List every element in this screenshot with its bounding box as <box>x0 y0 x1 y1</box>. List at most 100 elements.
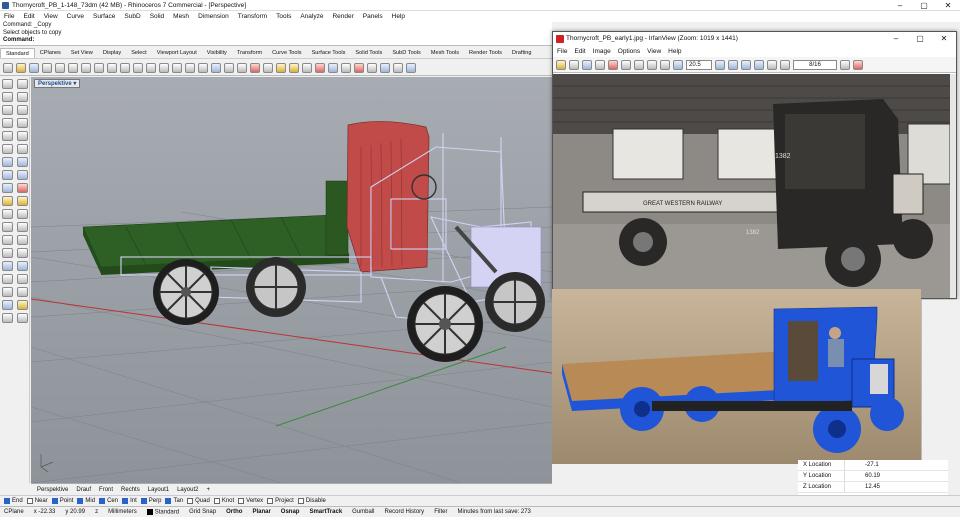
help-icon[interactable] <box>406 62 416 73</box>
menu-view[interactable]: View <box>44 11 58 22</box>
tab-standard[interactable]: Standard <box>0 48 35 58</box>
menu-file[interactable]: File <box>4 11 14 22</box>
chamfer-icon[interactable] <box>17 196 28 206</box>
line-icon[interactable] <box>2 92 13 102</box>
copy-icon[interactable] <box>81 62 91 73</box>
close-icon[interactable]: ✕ <box>932 32 956 46</box>
boolean-icon[interactable] <box>17 183 28 193</box>
irfan-menu-image[interactable]: Image <box>593 46 611 57</box>
menu-curve[interactable]: Curve <box>67 11 84 22</box>
grid-snap-toggle[interactable]: Grid Snap <box>189 509 216 515</box>
checkbox-checked-icon[interactable] <box>165 498 172 504</box>
ellipse-icon[interactable] <box>17 105 28 115</box>
info-icon[interactable] <box>673 59 683 70</box>
menu-help[interactable]: Help <box>392 11 405 22</box>
cut-icon[interactable] <box>68 62 78 73</box>
fillet-icon[interactable] <box>2 196 13 206</box>
mesh-icon[interactable] <box>2 183 13 193</box>
tab-transform[interactable]: Transform <box>232 48 267 58</box>
tab-subd-tools[interactable]: SubD Tools <box>387 48 426 58</box>
menu-mesh[interactable]: Mesh <box>173 11 189 22</box>
menu-edit[interactable]: Edit <box>23 11 34 22</box>
tab-drafting[interactable]: Drafting <box>507 48 537 58</box>
open-file-icon[interactable] <box>16 62 26 73</box>
minimize-icon[interactable]: – <box>888 0 912 11</box>
previous-image-icon[interactable] <box>741 59 751 70</box>
osnap-project[interactable]: Project <box>267 498 294 504</box>
tab-visibility[interactable]: Visibility <box>202 48 232 58</box>
analyze-icon[interactable] <box>341 62 351 73</box>
osnap-perp[interactable]: Perp <box>140 498 161 504</box>
menu-solid[interactable]: Solid <box>150 11 164 22</box>
material-icon[interactable] <box>367 62 377 73</box>
box-icon[interactable] <box>2 170 13 180</box>
tab-display[interactable]: Display <box>98 48 126 58</box>
trim-icon[interactable] <box>2 209 13 219</box>
show-icon[interactable] <box>263 62 273 73</box>
tab-mesh-tools[interactable]: Mesh Tools <box>426 48 464 58</box>
cut-icon[interactable] <box>621 59 631 70</box>
zoom-input[interactable]: 20.5 <box>686 59 712 70</box>
select-arrow-icon[interactable] <box>2 79 13 89</box>
select-icon[interactable] <box>120 62 130 73</box>
surface-icon[interactable] <box>2 157 13 167</box>
freeform-icon[interactable] <box>2 144 13 154</box>
array-icon[interactable] <box>17 261 28 271</box>
open-folder-icon[interactable] <box>556 59 566 70</box>
osnap-tan[interactable]: Tan <box>165 498 183 504</box>
menu-analyze[interactable]: Analyze <box>300 11 323 22</box>
zoom-out-icon[interactable] <box>728 59 738 70</box>
view-tab-rechts[interactable]: Rechts <box>121 484 140 495</box>
grid-icon[interactable] <box>224 62 234 73</box>
paste-icon[interactable] <box>647 59 657 70</box>
cplane-label[interactable]: CPlane <box>4 509 24 515</box>
curve-icon[interactable] <box>17 118 28 128</box>
maximize-icon[interactable]: ▢ <box>908 32 932 46</box>
x-location-value[interactable]: -27.1 <box>844 460 948 470</box>
first-page-icon[interactable] <box>767 59 777 70</box>
zoom-in-icon[interactable] <box>715 59 725 70</box>
tab-viewport-layout[interactable]: Viewport Layout <box>152 48 202 58</box>
irfanview-scrollbar[interactable] <box>950 74 956 298</box>
tab-select[interactable]: Select <box>126 48 152 58</box>
view-tab-perspektive[interactable]: Perspektive <box>37 484 68 495</box>
split-icon[interactable] <box>17 209 28 219</box>
checkbox-icon[interactable] <box>26 498 33 504</box>
planar-toggle[interactable]: Planar <box>252 509 270 515</box>
sphere-icon[interactable] <box>17 170 28 180</box>
osnap-vertex[interactable]: Vertex <box>238 498 263 504</box>
osnap-end[interactable]: End <box>4 498 23 504</box>
view-tab-layout2[interactable]: Layout2 <box>177 484 198 495</box>
hatch-icon[interactable] <box>2 287 13 297</box>
viewport-label[interactable]: Perspektive ▾ <box>34 79 81 88</box>
menu-tools[interactable]: Tools <box>276 11 291 22</box>
point-icon[interactable] <box>17 79 28 89</box>
save-icon[interactable] <box>582 59 592 70</box>
osnap-disable[interactable]: Disable <box>297 498 326 504</box>
next-image-icon[interactable] <box>754 59 764 70</box>
undo-icon[interactable] <box>107 62 117 73</box>
hide-icon[interactable] <box>250 62 260 73</box>
y-location-value[interactable]: 60.19 <box>844 471 948 481</box>
units-label[interactable]: Millimeters <box>108 509 137 515</box>
zoom-icon[interactable] <box>159 62 169 73</box>
import-icon[interactable] <box>55 62 65 73</box>
smarttrack-toggle[interactable]: SmartTrack <box>309 509 342 515</box>
osnap-near[interactable]: Near <box>26 498 48 504</box>
checkbox-icon[interactable] <box>213 498 220 504</box>
menu-subd[interactable]: SubD <box>124 11 140 22</box>
print-icon[interactable] <box>42 62 52 73</box>
checkbox-checked-icon[interactable] <box>99 498 106 504</box>
copy-icon[interactable] <box>634 59 644 70</box>
checkbox-checked-icon[interactable] <box>4 498 10 504</box>
menu-dimension[interactable]: Dimension <box>198 11 229 22</box>
dimension-icon[interactable] <box>2 274 13 284</box>
polyline-icon[interactable] <box>17 92 28 102</box>
current-layer[interactable]: Standard <box>146 508 179 515</box>
record-history-toggle[interactable]: Record History <box>385 509 425 515</box>
print-icon[interactable] <box>595 59 605 70</box>
zoom-extents-icon[interactable] <box>185 62 195 73</box>
menu-transform[interactable]: Transform <box>238 11 267 22</box>
polygon-icon[interactable] <box>17 131 28 141</box>
extrude-icon[interactable] <box>17 157 28 167</box>
